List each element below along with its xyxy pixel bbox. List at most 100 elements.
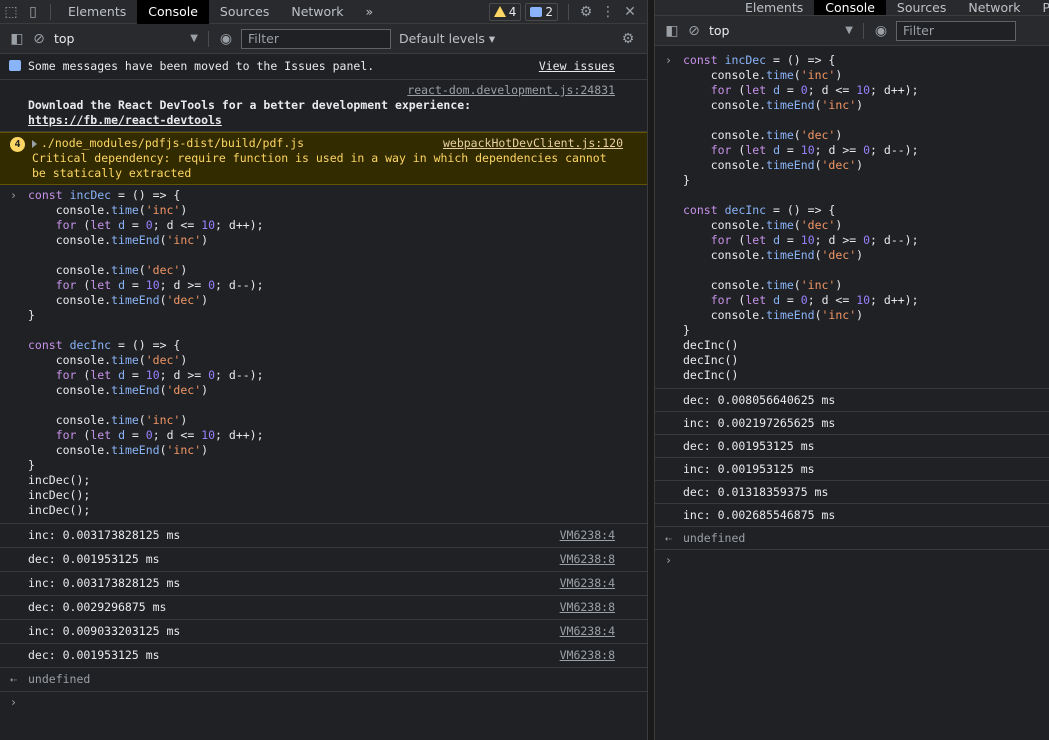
- log-text: inc: 0.003173828125 ms: [28, 528, 181, 542]
- tab-elements[interactable]: Elements: [57, 0, 137, 24]
- log-source-link[interactable]: VM6238:8: [560, 600, 615, 615]
- tab-sources[interactable]: Sources: [209, 0, 280, 24]
- warning-path: ./node_modules/pdfjs-dist/build/pdf.js: [41, 136, 305, 150]
- divider: [863, 22, 864, 39]
- tab-elements[interactable]: Elements: [655, 0, 814, 15]
- clear-console-icon[interactable]: ⊘: [28, 27, 50, 51]
- expand-triangle-icon[interactable]: [32, 139, 37, 148]
- context-value: top: [709, 23, 730, 38]
- issues-text: Some messages have been moved to the Iss…: [28, 59, 375, 73]
- device-toolbar-icon[interactable]: ▯: [22, 0, 44, 24]
- context-value: top: [54, 31, 75, 46]
- return-value-row: ⇠ undefined: [0, 668, 647, 692]
- divider: [568, 3, 569, 20]
- log-row: VM6238:4 inc: 0.003173828125 ms: [0, 524, 647, 548]
- tab-console[interactable]: Console: [137, 0, 209, 24]
- log-text: dec: 0.0029296875 ms: [28, 600, 167, 614]
- inspect-element-icon[interactable]: ⬚: [0, 0, 22, 24]
- log-row: dec: 0.01318359375 ms: [655, 481, 1049, 504]
- log-row: inc: 0.002685546875 ms: [655, 504, 1049, 527]
- react-devtools-link[interactable]: https://fb.me/react-devtools: [28, 113, 222, 127]
- return-arrow-icon: ⇠: [665, 531, 672, 545]
- gear-icon[interactable]: ⚙: [575, 0, 597, 24]
- call-line: incDec();: [28, 473, 91, 487]
- more-tabs-button[interactable]: »: [355, 0, 385, 24]
- call-line: incDec();: [28, 488, 91, 502]
- log-levels-label: Default levels: [399, 31, 485, 46]
- log-source-link[interactable]: VM6238:4: [560, 528, 615, 543]
- tab-sources[interactable]: Sources: [886, 0, 957, 15]
- context-selector[interactable]: top ▼: [709, 23, 857, 38]
- log-source-link[interactable]: VM6238:4: [560, 576, 615, 591]
- filter-input[interactable]: Filter: [896, 20, 1016, 41]
- warning-count-badge: 4: [10, 137, 25, 152]
- more-options-icon[interactable]: ⋮: [597, 0, 619, 24]
- log-text: dec: 0.001953125 ms: [683, 439, 815, 453]
- log-text: inc: 0.009033203125 ms: [28, 624, 181, 638]
- warning-source-link[interactable]: webpackHotDevClient.js:120: [443, 136, 623, 151]
- log-source-link[interactable]: VM6238:4: [560, 624, 615, 639]
- log-text: dec: 0.001953125 ms: [28, 648, 160, 662]
- warnings-badge[interactable]: 4: [488, 2, 522, 21]
- return-value-row: ⇠ undefined: [655, 527, 1049, 550]
- issues-message: View issues Some messages have been move…: [0, 54, 647, 80]
- right-devtools-panel: Elements Console Sources Network P ◧ ⊘ t…: [654, 0, 1049, 740]
- log-row: VM6238:8 dec: 0.001953125 ms: [0, 548, 647, 572]
- divider: [50, 3, 51, 20]
- log-levels-dropdown[interactable]: Default levels ▾: [399, 31, 495, 46]
- call-line: decInc(): [683, 353, 739, 367]
- log-row: dec: 0.008056640625 ms: [655, 389, 1049, 412]
- react-devtools-message: react-dom.development.js:24831 Download …: [0, 80, 647, 132]
- console-prompt[interactable]: ›: [0, 692, 647, 714]
- context-selector[interactable]: top ▼: [54, 31, 202, 46]
- return-arrow-icon: ⇠: [10, 672, 17, 686]
- close-icon[interactable]: ✕: [619, 0, 641, 24]
- tab-network[interactable]: Network: [280, 0, 354, 24]
- devtools-tabbar: Elements Console Sources Network P: [655, 0, 1049, 16]
- chevron-down-icon: ▼: [845, 25, 853, 36]
- react-message-text: Download the React DevTools for a better…: [28, 98, 472, 112]
- warnings-count: 4: [508, 4, 517, 19]
- log-source-link[interactable]: VM6238:8: [560, 552, 615, 567]
- log-row: inc: 0.002197265625 ms: [655, 412, 1049, 435]
- log-row: VM6238:4 inc: 0.003173828125 ms: [0, 572, 647, 596]
- divider: [208, 30, 209, 47]
- left-devtools-panel: ⬚ ▯ Elements Console Sources Network » 4…: [0, 0, 648, 740]
- log-source-link[interactable]: VM6238:8: [560, 648, 615, 663]
- console-output: View issues Some messages have been move…: [0, 54, 647, 714]
- sidebar-toggle-icon[interactable]: ◧: [6, 27, 28, 51]
- console-prompt[interactable]: ›: [655, 550, 1049, 572]
- message-icon: [530, 6, 543, 17]
- log-text: dec: 0.001953125 ms: [28, 552, 160, 566]
- view-issues-link[interactable]: View issues: [539, 59, 615, 74]
- console-settings-gear-icon[interactable]: ⚙: [617, 27, 639, 51]
- prompt-chevron-icon: ›: [10, 188, 17, 202]
- log-text: inc: 0.002197265625 ms: [683, 416, 836, 430]
- clear-console-icon[interactable]: ⊘: [683, 19, 705, 43]
- tab-console[interactable]: Console: [814, 0, 886, 15]
- code-input-entry: › const incDec = () => { console.time('i…: [655, 50, 1049, 386]
- messages-badge[interactable]: 2: [525, 2, 558, 21]
- prompt-chevron-icon: ›: [665, 553, 672, 567]
- eye-icon[interactable]: ◉: [215, 27, 237, 51]
- log-text: dec: 0.01318359375 ms: [683, 485, 829, 499]
- filter-input[interactable]: Filter: [241, 28, 391, 49]
- tab-network[interactable]: Network: [957, 0, 1031, 15]
- prompt-chevron-icon: ›: [10, 695, 17, 709]
- code-block: const incDec = () => { console.time('inc…: [28, 188, 264, 472]
- prompt-chevron-icon: ›: [665, 53, 672, 67]
- messages-count: 2: [545, 4, 553, 19]
- log-text: dec: 0.008056640625 ms: [683, 393, 836, 407]
- tab-overflow[interactable]: P: [1032, 0, 1049, 15]
- call-line: decInc(): [683, 338, 739, 352]
- eye-icon[interactable]: ◉: [870, 19, 892, 43]
- log-row: inc: 0.001953125 ms: [655, 458, 1049, 481]
- chevron-down-icon: ▼: [190, 33, 198, 44]
- return-value: undefined: [683, 531, 746, 545]
- log-row: VM6238:8 dec: 0.001953125 ms: [0, 644, 647, 668]
- filter-placeholder: Filter: [248, 31, 279, 46]
- source-link[interactable]: react-dom.development.js:24831: [407, 83, 615, 97]
- console-toolbar: ◧ ⊘ top ▼ ◉ Filter: [655, 16, 1049, 46]
- sidebar-toggle-icon[interactable]: ◧: [661, 19, 683, 43]
- return-value: undefined: [28, 672, 91, 686]
